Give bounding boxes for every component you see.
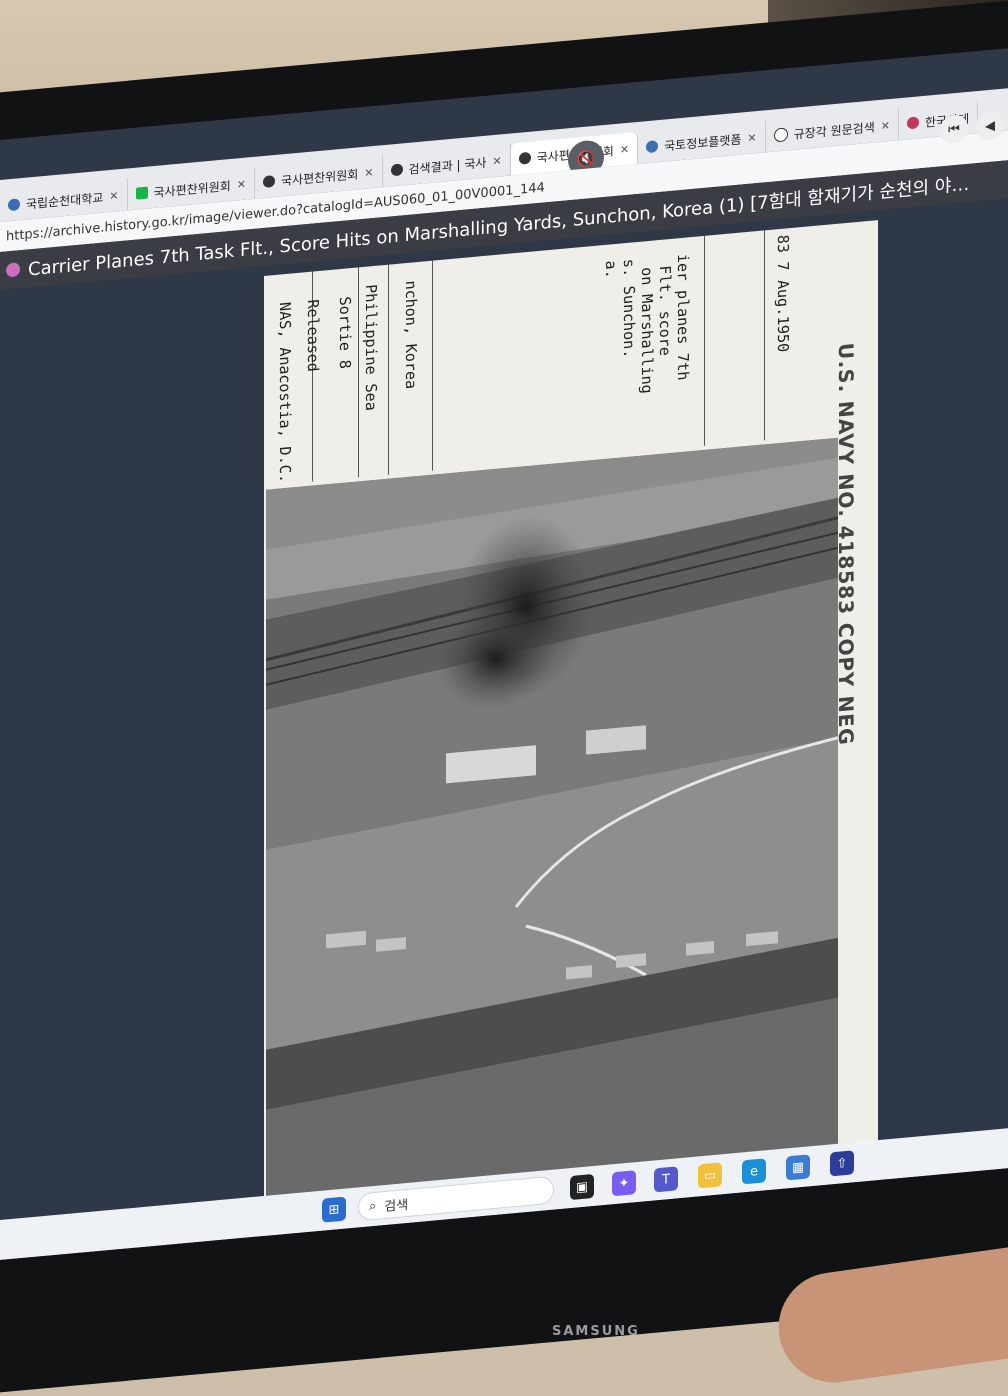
copilot-icon[interactable]: ✦ — [612, 1170, 636, 1197]
globe-icon — [8, 198, 20, 212]
doc-caption-line: a. — [602, 259, 620, 280]
close-icon[interactable]: ✕ — [492, 154, 501, 168]
doc-field-sortie: Sortie 8 — [336, 295, 354, 370]
divider — [764, 230, 765, 441]
divider — [432, 260, 433, 471]
doc-field-place: nchon, Korea — [402, 279, 420, 390]
aerial-photograph — [266, 437, 838, 1220]
doc-caption-line: s. Sunchon. — [620, 257, 638, 359]
divider — [704, 235, 705, 446]
start-icon[interactable]: ⊞ — [322, 1196, 346, 1223]
divider — [388, 264, 389, 475]
teams-icon[interactable]: T — [654, 1166, 678, 1193]
globe-icon — [773, 127, 788, 143]
file-explorer-icon[interactable]: ▭ — [698, 1162, 722, 1189]
doc-field-status: Released — [304, 298, 322, 373]
monitor-brand-logo: SAMSUNG — [552, 1324, 640, 1339]
doc-caption-line: Flt. score — [656, 264, 674, 357]
aerial-photo-image — [266, 437, 838, 1220]
history-icon — [518, 151, 531, 165]
close-icon[interactable]: ✕ — [747, 131, 756, 145]
store-icon[interactable]: ▦ — [786, 1154, 810, 1181]
archive-document: NAS, Anacostia, D.C. Released Sortie 8 P… — [264, 220, 878, 1236]
history-icon — [390, 163, 403, 177]
close-icon[interactable]: ✕ — [109, 189, 118, 203]
close-icon[interactable]: ✕ — [881, 119, 890, 133]
close-icon[interactable]: ✕ — [237, 177, 246, 191]
close-icon[interactable]: ✕ — [620, 142, 629, 156]
close-icon[interactable]: ✕ — [364, 166, 373, 180]
history-icon — [906, 116, 919, 130]
info-icon — [6, 262, 20, 278]
doc-caption-line: on Marshalling — [638, 266, 656, 395]
globe-icon — [646, 140, 659, 154]
task-view-icon[interactable]: ▣ — [570, 1173, 594, 1201]
doc-caption-line: ier planes 7th — [674, 253, 692, 382]
doc-field-ship: Philippine Sea — [362, 283, 380, 412]
search-placeholder: 검색 — [384, 1197, 409, 1215]
divider — [358, 267, 359, 478]
naver-icon — [135, 186, 148, 200]
history-icon — [263, 174, 275, 189]
search-icon: ⌕ — [369, 1198, 377, 1214]
upload-app-icon[interactable]: ⇧ — [830, 1150, 854, 1177]
doc-date: 83 7 Aug.1950 — [774, 233, 792, 353]
doc-field-location: NAS, Anacostia, D.C. — [276, 301, 294, 484]
edge-browser-icon[interactable]: e — [742, 1158, 766, 1185]
monitor-screen: 국립순천대학교✕ 국사편찬위원회✕ 국사편찬위원회✕ 검색결과 | 국사✕ 국사… — [0, 48, 1008, 1261]
